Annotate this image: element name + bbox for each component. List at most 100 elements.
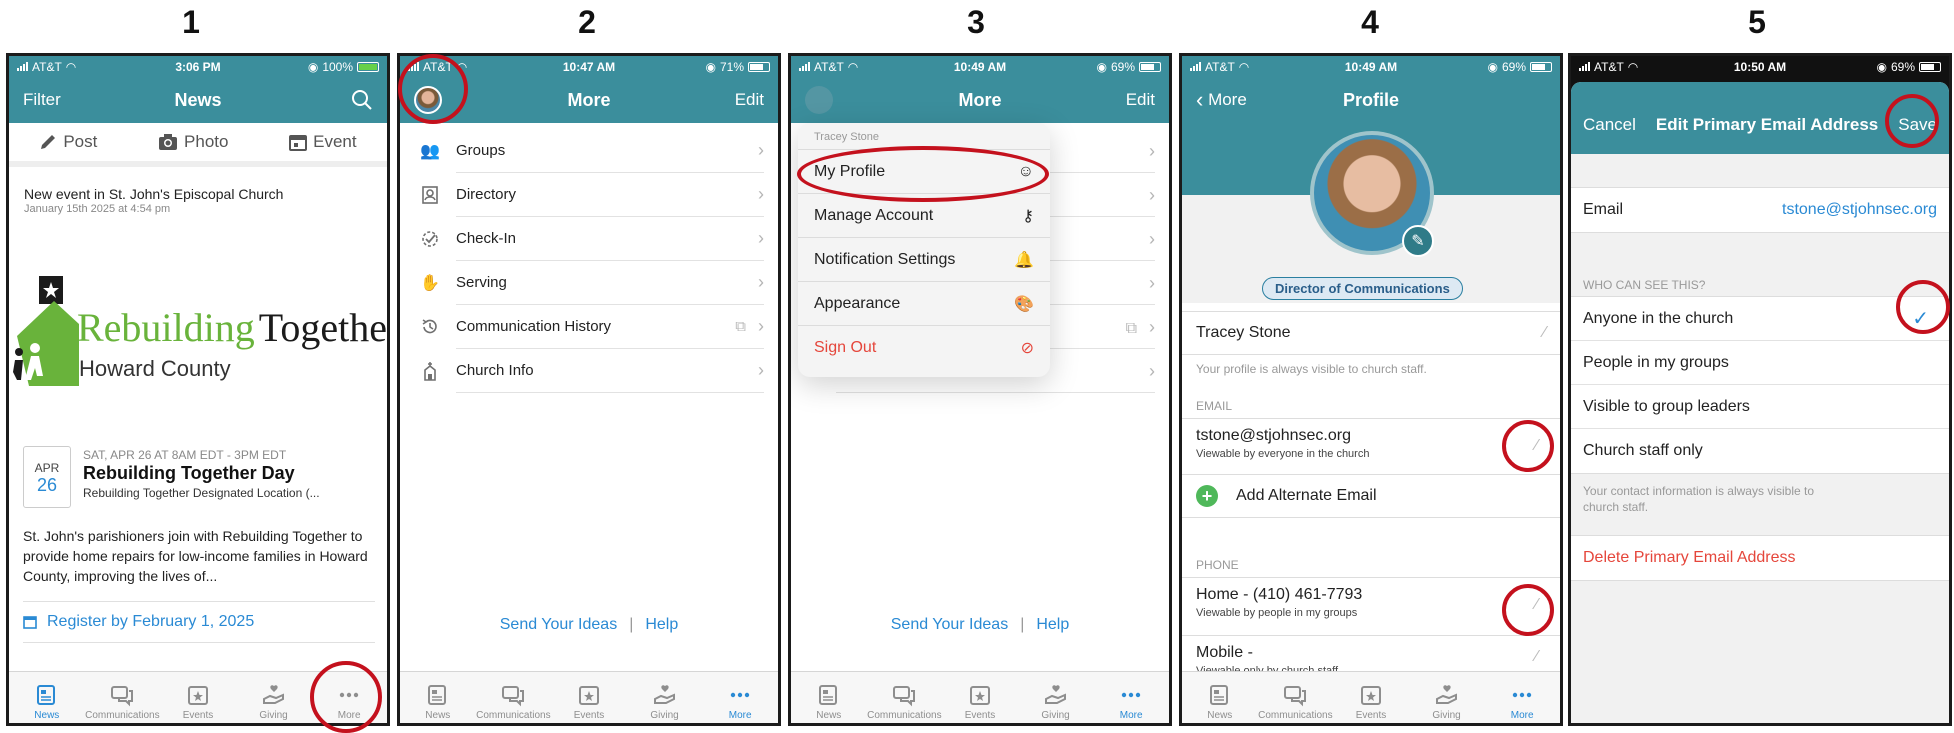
tab-events[interactable]: Events: [1333, 672, 1409, 723]
feed-header[interactable]: New event in St. John's Episcopal Church…: [24, 186, 377, 215]
help-link[interactable]: Help: [645, 616, 678, 633]
calendar-icon: [289, 135, 308, 151]
option-people-in-groups[interactable]: People in my groups: [1571, 341, 1949, 385]
menu-item-directory[interactable]: Directory ›: [400, 173, 778, 217]
logo-text: Rebuilding Together: [77, 304, 387, 351]
chat-icon: [893, 686, 916, 707]
newspaper-icon: [36, 685, 55, 705]
edit-pencil-icon[interactable]: ⁄: [1535, 648, 1538, 666]
post-button[interactable]: Post: [39, 132, 97, 152]
delete-email-button[interactable]: Delete Primary Email Address: [1571, 535, 1949, 581]
tab-more[interactable]: More: [1484, 672, 1560, 723]
register-link[interactable]: Register by February 1, 2025: [23, 601, 375, 643]
tab-giving[interactable]: Giving: [627, 672, 703, 723]
menu-item-groups[interactable]: 👥 Groups ›: [400, 129, 778, 173]
tab-communications[interactable]: Communications: [85, 672, 161, 723]
giving-hand-icon: [262, 685, 284, 704]
menu-item-sign-out[interactable]: Sign Out ⊘: [798, 325, 1050, 369]
rebuilding-together-logo[interactable]: Rebuilding Together Howard County: [9, 276, 387, 411]
carrier-label: AT&T: [423, 59, 453, 74]
tab-communications[interactable]: Communications: [867, 672, 943, 723]
menu-item-check-in[interactable]: Check-In ›: [400, 217, 778, 261]
tab-news[interactable]: News: [9, 672, 85, 723]
email-input[interactable]: tstone@stjohnsec.org: [1782, 201, 1937, 219]
status-bar: AT&T ◠ 10:47 AM ◉ 71%: [400, 56, 778, 77]
search-button[interactable]: [256, 89, 373, 111]
tab-more[interactable]: More: [1093, 672, 1169, 723]
filter-button[interactable]: Filter: [23, 90, 140, 110]
email-row[interactable]: Email tstone@stjohnsec.org: [1571, 187, 1949, 233]
edit-pencil-icon[interactable]: ⁄: [1535, 596, 1538, 614]
menu-item-serving[interactable]: ✋ Serving ›: [400, 261, 778, 305]
save-button[interactable]: Save: [1898, 115, 1937, 135]
tab-events[interactable]: Events: [160, 672, 236, 723]
phone-more-screen: AT&T ◠ 10:47 AM ◉ 71% More Edit 👥 Groups › D…: [397, 53, 781, 726]
delete-label: Delete Primary Email Address: [1583, 549, 1796, 566]
help-link[interactable]: Help: [1036, 616, 1069, 633]
checkmark-icon: ✓: [1912, 308, 1929, 330]
back-label: More: [1208, 90, 1247, 109]
tab-news[interactable]: News: [400, 672, 476, 723]
feed-date: January 15th 2025 at 4:54 pm: [24, 203, 171, 215]
wifi-icon: ◠: [847, 59, 859, 74]
event-button[interactable]: Event: [289, 132, 357, 152]
tab-news[interactable]: News: [791, 672, 867, 723]
menu-item-church-info[interactable]: Church Info ›: [400, 349, 778, 393]
option-anyone-in-church[interactable]: Anyone in the church ✓: [1571, 297, 1949, 341]
role-badge: Director of Communications: [1262, 277, 1463, 300]
home-phone-row[interactable]: Home - (410) 461-7793 Viewable by people…: [1182, 577, 1560, 635]
tab-giving[interactable]: Giving: [1409, 672, 1485, 723]
menu-item-label: Groups: [456, 142, 506, 159]
tab-events[interactable]: Events: [942, 672, 1018, 723]
status-bar: AT&T ◠ 10:50 AM ◉ 69%: [1571, 56, 1949, 77]
tab-label: News: [1207, 710, 1233, 721]
menu-header-name: Tracey Stone: [814, 131, 880, 143]
tab-label: Giving: [259, 710, 288, 721]
add-alternate-email-row[interactable]: + Add Alternate Email: [1182, 474, 1560, 518]
tab-communications[interactable]: Communications: [476, 672, 552, 723]
tab-giving[interactable]: Giving: [1018, 672, 1094, 723]
profile-avatar-button[interactable]: [805, 86, 922, 114]
edit-button[interactable]: Edit: [1038, 90, 1155, 110]
tab-more[interactable]: More: [311, 672, 387, 723]
send-ideas-link[interactable]: Send Your Ideas: [891, 616, 1008, 633]
send-ideas-link[interactable]: Send Your Ideas: [500, 616, 617, 633]
wifi-icon: ◠: [456, 59, 468, 74]
event-card[interactable]: APR 26 SAT, APR 26 AT 8AM EDT - 3PM EDT …: [23, 446, 377, 508]
tab-bar: News Communications Events Giving More: [791, 671, 1169, 723]
back-button[interactable]: ‹ More: [1196, 87, 1313, 113]
menu-item-label: Notification Settings: [814, 250, 956, 268]
photo-button[interactable]: Photo: [158, 132, 228, 152]
mobile-phone-row[interactable]: Mobile - Viewable only by church staff ⁄: [1182, 635, 1560, 675]
option-group-leaders[interactable]: Visible to group leaders: [1571, 385, 1949, 429]
tab-communications[interactable]: Communications: [1258, 672, 1334, 723]
step-number-2: 2: [578, 4, 596, 40]
signal-icon: [408, 62, 419, 71]
menu-item-label: Communication History: [456, 318, 612, 335]
menu-item-appearance[interactable]: Appearance 🎨: [798, 281, 1050, 325]
edit-photo-button[interactable]: ✎: [1402, 225, 1434, 257]
profile-avatar-button[interactable]: [414, 86, 531, 114]
menu-item-communication-history[interactable]: Communication History ⧉ ›: [400, 305, 778, 349]
menu-item-notification-settings[interactable]: Notification Settings 🔔: [798, 237, 1050, 281]
hand-icon: ✋: [420, 275, 440, 292]
option-label: Visible to group leaders: [1583, 397, 1750, 415]
name-row[interactable]: Tracey Stone ⁄: [1182, 311, 1560, 355]
menu-item-label: Manage Account: [814, 206, 934, 224]
menu-item-my-profile[interactable]: My Profile ☺: [798, 149, 1050, 193]
menu-item-manage-account[interactable]: Manage Account ⚷: [798, 193, 1050, 237]
edit-pencil-icon[interactable]: ⁄: [1535, 437, 1538, 455]
edit-button[interactable]: Edit: [647, 90, 764, 110]
tab-news[interactable]: News: [1182, 672, 1258, 723]
chevron-right-icon: ›: [1149, 273, 1155, 293]
option-church-staff-only[interactable]: Church staff only: [1571, 429, 1949, 473]
history-icon: [418, 315, 442, 339]
tab-giving[interactable]: Giving: [236, 672, 312, 723]
newspaper-icon: [427, 685, 446, 705]
tab-events[interactable]: Events: [551, 672, 627, 723]
menu-item-label: Church Info: [456, 362, 534, 379]
email-row[interactable]: tstone@stjohnsec.org Viewable by everyon…: [1182, 418, 1560, 474]
chevron-right-icon: ›: [1149, 185, 1155, 205]
cancel-button[interactable]: Cancel: [1583, 115, 1636, 135]
tab-more[interactable]: More: [702, 672, 778, 723]
